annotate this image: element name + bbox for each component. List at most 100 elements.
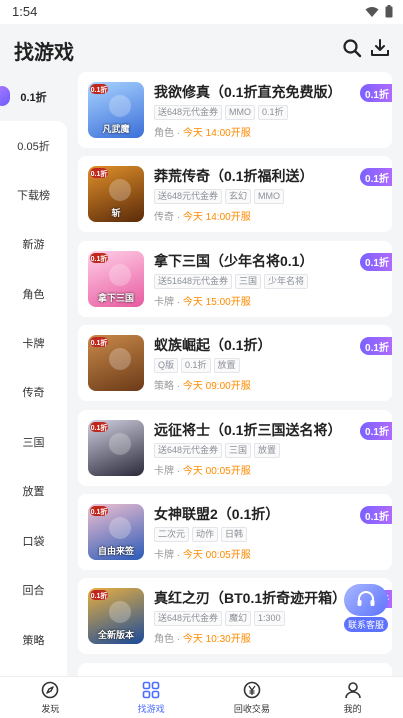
tab-mine[interactable]: 我的 (302, 677, 403, 718)
game-name: 女神联盟2（0.1折） (154, 506, 280, 522)
sidebar-item-new[interactable]: 新游 (0, 219, 67, 268)
game-tags: 送51648元代金券 三国 少年名将 (154, 273, 309, 289)
customer-service-label: 联系客服 (343, 617, 388, 632)
game-tag: 放置 (254, 442, 281, 458)
open-time: 今天 10:30开服 (182, 634, 251, 646)
separator: · (174, 634, 183, 646)
game-tag: 三国 (225, 442, 252, 458)
game-tag: 日韩 (221, 527, 248, 542)
sidebar-item-label: 放置 (22, 485, 45, 498)
sidebar-item-pocket[interactable]: 口袋 (0, 516, 67, 565)
game-meta: 卡牌 · 今天 00:05开服 (154, 462, 251, 477)
game-tag: MMO (254, 189, 285, 205)
sidebar-item-label: 卡牌 (22, 337, 45, 350)
discount-badge: 0.1折 (360, 84, 392, 102)
game-tag: 放置 (213, 358, 240, 374)
game-card[interactable]: 0.1折 自由来签 女神联盟2（0.1折） 二次元 动作 日韩 卡牌 · 今天 00:05开… (78, 494, 392, 570)
game-tag: 玄幻 (225, 189, 252, 205)
sidebar-item-download-rank[interactable]: 下载榜 (0, 170, 67, 219)
game-card[interactable]: 0.1折 远征将士（0.1折三国送名将） 送648元代金券 三国 放置 卡牌 · 今天 0… (78, 409, 392, 486)
sidebar-item-label: 0.1折 (20, 91, 47, 104)
separator: · (174, 465, 183, 477)
sidebar-item-label: 0.05折 (17, 140, 50, 153)
category-sidebar: 0.1折 0.05折 下载榜 新游 角色 卡牌 传奇 三国 放置 口袋 回合 策… (0, 72, 67, 681)
open-time: 今天 00:05开服 (182, 550, 251, 561)
game-name: 我欲修真（0.1折直充免费版） (154, 84, 342, 100)
game-card[interactable]: 0.1折 拿下三国 拿下三国（少年名将0.1） 送51648元代金券 三国 少年名将 卡牌 … (78, 240, 392, 317)
page-header: 找游戏 (0, 24, 403, 72)
compass-icon (42, 681, 59, 698)
game-card[interactable]: 0.1折 蚁族崛起（0.1折） Q版 0.1折 放置 策略 · 今天 09:00开服 0.1… (78, 325, 392, 402)
active-indicator (0, 86, 10, 106)
customer-service-button[interactable]: 联系客服 (342, 584, 390, 632)
tab-discover[interactable]: 发玩 (0, 677, 101, 718)
game-name: 远征将士（0.1折三国送名将） (154, 421, 342, 438)
discount-badge: 0.1折 (360, 168, 392, 187)
game-tags: 送648元代金券 魔幻 1:300 (154, 611, 285, 627)
game-tag: 动作 (192, 527, 219, 542)
open-time: 今天 00:05开服 (182, 465, 251, 477)
separator: · (174, 381, 183, 393)
game-category: 角色 (154, 128, 174, 139)
game-tag: 少年名将 (264, 273, 309, 289)
svg-text:0.1折: 0.1折 (91, 338, 108, 347)
sidebar-item-label: 回合 (22, 584, 45, 597)
sidebar-item-0.05-discount[interactable]: 0.05折 (0, 121, 67, 170)
game-name: 真红之刃（BT0.1折奇迹开箱） (154, 590, 347, 607)
sidebar-item-label: 口袋 (22, 535, 45, 548)
game-card[interactable]: 0.1折斩莽荒传奇（0.1折福利送） 送648元代金券 玄幻 MMO 传奇 · 今天 1… (78, 156, 392, 233)
sidebar-item-label: 三国 (22, 436, 45, 449)
wifi-icon (365, 6, 379, 17)
tab-label: 我的 (343, 703, 362, 714)
sidebar-item-card[interactable]: 卡牌 (0, 318, 67, 367)
game-icon: 0.1折 全新版本 (88, 588, 144, 645)
sidebar-item-label: 角色 (22, 288, 45, 301)
game-icon-caption: 斩 (111, 208, 121, 219)
search-button[interactable] (340, 36, 364, 60)
game-tags: Q版 0.1折 放置 (154, 358, 240, 374)
game-tag: 二次元 (154, 527, 190, 542)
sidebar-item-legend[interactable]: 传奇 (0, 367, 67, 416)
game-icon: 0.1折 (88, 419, 144, 476)
open-time: 今天 15:00开服 (182, 296, 251, 308)
separator: · (174, 296, 183, 308)
game-category: 卡牌 (154, 465, 174, 477)
game-category: 传奇 (154, 212, 174, 224)
game-tag: Q版 (154, 358, 179, 374)
game-name: 莽荒传奇（0.1折福利送） (154, 168, 314, 185)
tab-label: 找游戏 (137, 703, 165, 714)
game-card[interactable] (78, 662, 392, 676)
game-tags: 送648元代金券 三国 放置 (154, 442, 281, 458)
download-button[interactable] (368, 36, 392, 60)
yuan-icon (243, 681, 261, 698)
sidebar-item-role[interactable]: 角色 (0, 269, 67, 318)
sidebar-item-label: 策略 (22, 634, 45, 647)
download-icon (371, 39, 389, 56)
game-tags: 二次元 动作 日韩 (154, 527, 248, 542)
game-tag: 送648元代金券 (154, 105, 223, 120)
system-icons (365, 5, 393, 18)
game-icon-caption: 凡武魔 (102, 124, 130, 134)
sidebar-item-idle[interactable]: 放置 (0, 466, 67, 515)
svg-text:0.1折: 0.1折 (91, 423, 108, 432)
sidebar-item-strategy[interactable]: 策略 (0, 615, 67, 664)
headset-icon (344, 584, 388, 616)
game-tag: 送648元代金券 (154, 611, 223, 627)
sidebar-item-0.1-discount[interactable]: 0.1折 (0, 72, 67, 121)
game-meta: 传奇 · 今天 14:00开服 (154, 208, 251, 223)
game-name: 拿下三国（少年名将0.1） (154, 252, 314, 269)
game-icon: 0.1折 拿下三国 (88, 250, 144, 307)
separator: · (174, 550, 183, 561)
discount-badge: 0.1折 (360, 421, 392, 440)
game-meta: 角色 · 今天 14:00开服 (154, 124, 251, 139)
tab-recycle-trade[interactable]: 回收交易 (202, 677, 303, 718)
sidebar-item-label: 新游 (22, 238, 45, 251)
game-tag: 送648元代金券 (154, 189, 223, 205)
game-card[interactable]: 0.1折 凡武魔 我欲修真（0.1折直充免费版） 送648元代金券 MMO 0.1折 角色 … (78, 72, 392, 148)
sidebar-item-turn-based[interactable]: 回合 (0, 565, 67, 614)
separator: · (174, 212, 183, 224)
sidebar-item-three-kingdoms[interactable]: 三国 (0, 417, 67, 466)
status-bar: 1:54 (0, 0, 403, 24)
game-icon: 0.1折斩 (88, 166, 144, 223)
tab-find-games[interactable]: 找游戏 (101, 677, 202, 718)
